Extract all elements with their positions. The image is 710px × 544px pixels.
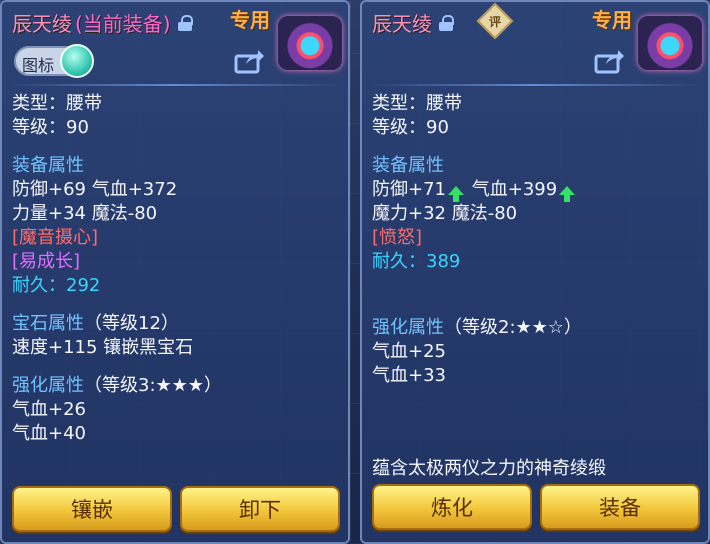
- item-level: 等级：90: [372, 117, 449, 138]
- enhance-level: （等级3:★★★）: [84, 375, 222, 396]
- gem-line: 速度+115 镶嵌黑宝石: [12, 337, 194, 358]
- unequip-button[interactable]: 卸下: [180, 486, 340, 532]
- item-title: 辰天绫 (当前装备): [12, 8, 193, 37]
- item-title: 辰天绫: [372, 8, 454, 37]
- rate-badge[interactable]: 评: [476, 2, 514, 40]
- equip-attributes-header: 装备属性: [12, 155, 84, 176]
- lock-icon[interactable]: [439, 14, 454, 31]
- upgrade-arrow-icon: [559, 185, 576, 202]
- defense-value: 防御+71: [372, 179, 446, 200]
- attribute-line: 防御+71 气血+399: [372, 178, 702, 202]
- enhance-line: 气血+40: [12, 423, 86, 444]
- gem-header-label: 宝石属性: [12, 313, 84, 334]
- item-details: 类型：腰带 等级：90 装备属性 防御+71 气血+399 魔力+32 魔法-8…: [372, 92, 702, 388]
- item-type: 类型：腰带: [12, 93, 102, 114]
- durability: 耐久：389: [372, 250, 702, 274]
- attribute-line: 力量+34 魔法-80: [12, 203, 158, 224]
- durability: 耐久：292: [12, 274, 342, 298]
- item-details: 类型：腰带 等级：90 装备属性 防御+69 气血+372 力量+34 魔法-8…: [12, 92, 342, 446]
- enhance-level: （等级2:★★☆）: [444, 317, 582, 338]
- gem-level: （等级12）: [84, 313, 179, 334]
- divider: [368, 84, 702, 86]
- enhance-header-label: 强化属性: [12, 375, 84, 396]
- enhance-line: 气血+26: [12, 399, 86, 420]
- rate-badge-label: 评: [488, 14, 501, 29]
- exclusive-tag: 专用: [230, 8, 270, 32]
- equipped-item-tooltip: 辰天绫 (当前装备) 专用 图标 类型：腰带 等级：90 装备属性 防御+69 …: [0, 0, 350, 544]
- divider: [8, 84, 342, 86]
- attribute-line: 魔力+32 魔法-80: [372, 203, 518, 224]
- exclusive-tag: 专用: [592, 8, 632, 32]
- inlay-button[interactable]: 镶嵌: [12, 486, 172, 532]
- enhance-line: 气血+25: [372, 341, 446, 362]
- durability-value: 389: [426, 251, 461, 272]
- hp-value: 气血+399: [471, 179, 558, 200]
- special-skill: [易成长]: [12, 251, 81, 272]
- icon-toggle[interactable]: 图标: [14, 44, 94, 78]
- share-icon[interactable]: [234, 48, 264, 74]
- item-name: 辰天绫: [372, 12, 432, 36]
- enhance-line: 气血+33: [372, 365, 446, 386]
- attribute-line: 防御+69 气血+372: [12, 179, 178, 200]
- item-description: 蕴含太极两仪之力的神奇绫缎: [372, 458, 606, 479]
- refine-button[interactable]: 炼化: [372, 484, 532, 530]
- enhance-attributes-header: 强化属性（等级3:★★★）: [12, 374, 342, 398]
- special-effect: [魔音摄心]: [12, 227, 99, 248]
- lock-icon[interactable]: [177, 14, 193, 31]
- equip-button[interactable]: 装备: [540, 484, 700, 530]
- gem-attributes-header: 宝石属性（等级12）: [12, 312, 342, 336]
- icon-toggle-label: 图标: [22, 56, 55, 75]
- item-name: 辰天绫: [12, 12, 72, 36]
- enhance-header-label: 强化属性: [372, 317, 444, 338]
- item-type: 类型：腰带: [372, 93, 462, 114]
- item-level: 等级：90: [12, 117, 89, 138]
- equipped-tag: (当前装备): [75, 12, 171, 36]
- equip-attributes-header: 装备属性: [372, 155, 444, 176]
- compare-item-tooltip: 辰天绫 评 专用 类型：腰带 等级：90 装备属性 防御+71 气血+399 魔…: [360, 0, 710, 544]
- toggle-knob[interactable]: [60, 44, 94, 78]
- item-icon: [638, 16, 702, 70]
- upgrade-arrow-icon: [448, 185, 464, 202]
- share-icon[interactable]: [594, 48, 624, 74]
- durability-label: 耐久：: [12, 275, 66, 296]
- special-effect: [愤怒]: [372, 227, 423, 248]
- durability-value: 292: [66, 275, 101, 296]
- enhance-attributes-header: 强化属性（等级2:★★☆）: [372, 316, 702, 340]
- item-icon: [278, 16, 342, 70]
- durability-label: 耐久：: [372, 251, 426, 272]
